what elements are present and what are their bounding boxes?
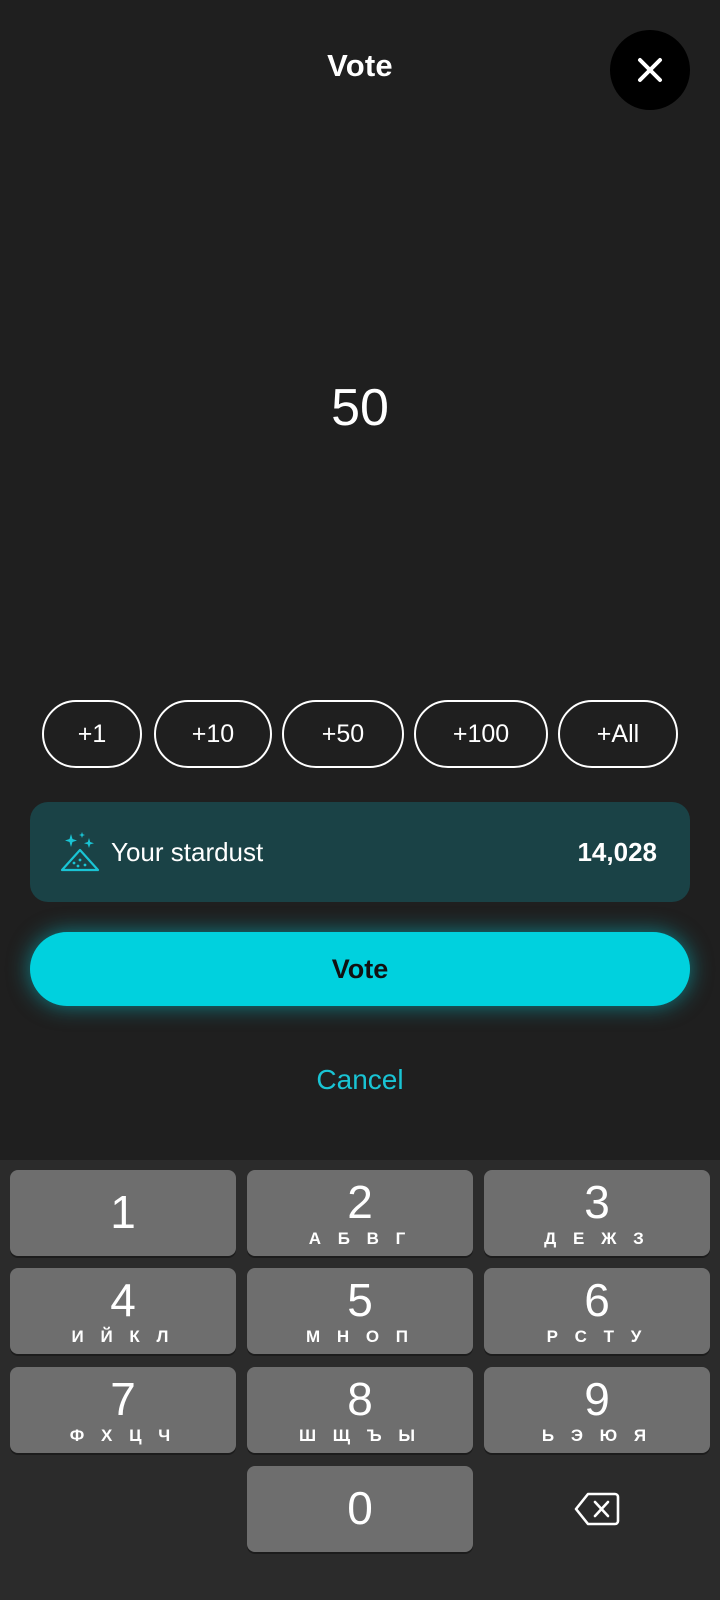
vote-amount-display[interactable]: 50 xyxy=(0,378,720,438)
quick-add-buttons: +1 +10 +50 +100 +All xyxy=(0,700,720,772)
stardust-balance-card: Your stardust 14,028 xyxy=(30,802,690,902)
key-letters: Ф Х Ц Ч xyxy=(69,1426,177,1445)
key-7[interactable]: 7 Ф Х Ц Ч xyxy=(10,1367,236,1453)
vote-button[interactable]: Vote xyxy=(30,932,690,1006)
key-5[interactable]: 5 М Н О П xyxy=(247,1268,473,1354)
key-9[interactable]: 9 Ь Э Ю Я xyxy=(484,1367,710,1453)
key-digit: 2 xyxy=(347,1176,373,1228)
stardust-value: 14,028 xyxy=(577,837,657,867)
key-digit: 3 xyxy=(584,1176,610,1228)
key-2[interactable]: 2 А Б В Г xyxy=(247,1170,473,1256)
key-digit: 4 xyxy=(110,1274,136,1326)
key-digit: 1 xyxy=(110,1186,136,1238)
key-4[interactable]: 4 И Й К Л xyxy=(10,1268,236,1354)
numeric-keyboard: 1 2 А Б В Г 3 Д Е Ж З 4 И Й К Л 5 М Н О … xyxy=(0,1160,720,1600)
key-letters: Д Е Ж З xyxy=(544,1229,650,1248)
key-1[interactable]: 1 xyxy=(10,1170,236,1256)
key-digit: 7 xyxy=(110,1373,136,1425)
close-icon xyxy=(638,58,662,82)
add-50-button[interactable]: +50 xyxy=(282,700,404,768)
backspace-icon xyxy=(574,1492,620,1526)
backspace-key[interactable] xyxy=(484,1466,710,1552)
add-1-button[interactable]: +1 xyxy=(42,700,142,768)
cancel-button[interactable]: Cancel xyxy=(0,1064,720,1096)
close-button[interactable] xyxy=(610,30,690,110)
key-6[interactable]: 6 Р С Т У xyxy=(484,1268,710,1354)
key-digit: 6 xyxy=(584,1274,610,1326)
key-3[interactable]: 3 Д Е Ж З xyxy=(484,1170,710,1256)
add-100-button[interactable]: +100 xyxy=(414,700,548,768)
key-digit: 0 xyxy=(347,1482,373,1534)
stardust-icon xyxy=(60,832,100,872)
add-all-button[interactable]: +All xyxy=(558,700,678,768)
key-digit: 5 xyxy=(347,1274,373,1326)
stardust-label: Your stardust xyxy=(111,837,264,867)
key-letters: А Б В Г xyxy=(308,1229,412,1248)
key-letters: Ь Э Ю Я xyxy=(541,1426,653,1445)
key-digit: 8 xyxy=(347,1373,373,1425)
key-letters: Р С Т У xyxy=(546,1327,648,1346)
key-digit: 9 xyxy=(584,1373,610,1425)
key-0[interactable]: 0 xyxy=(247,1466,473,1552)
key-letters: И Й К Л xyxy=(71,1327,175,1346)
key-letters: Ш Щ Ъ Ы xyxy=(298,1426,421,1445)
key-8[interactable]: 8 Ш Щ Ъ Ы xyxy=(247,1367,473,1453)
key-letters: М Н О П xyxy=(305,1327,415,1346)
add-10-button[interactable]: +10 xyxy=(154,700,272,768)
header: Vote xyxy=(0,0,720,140)
